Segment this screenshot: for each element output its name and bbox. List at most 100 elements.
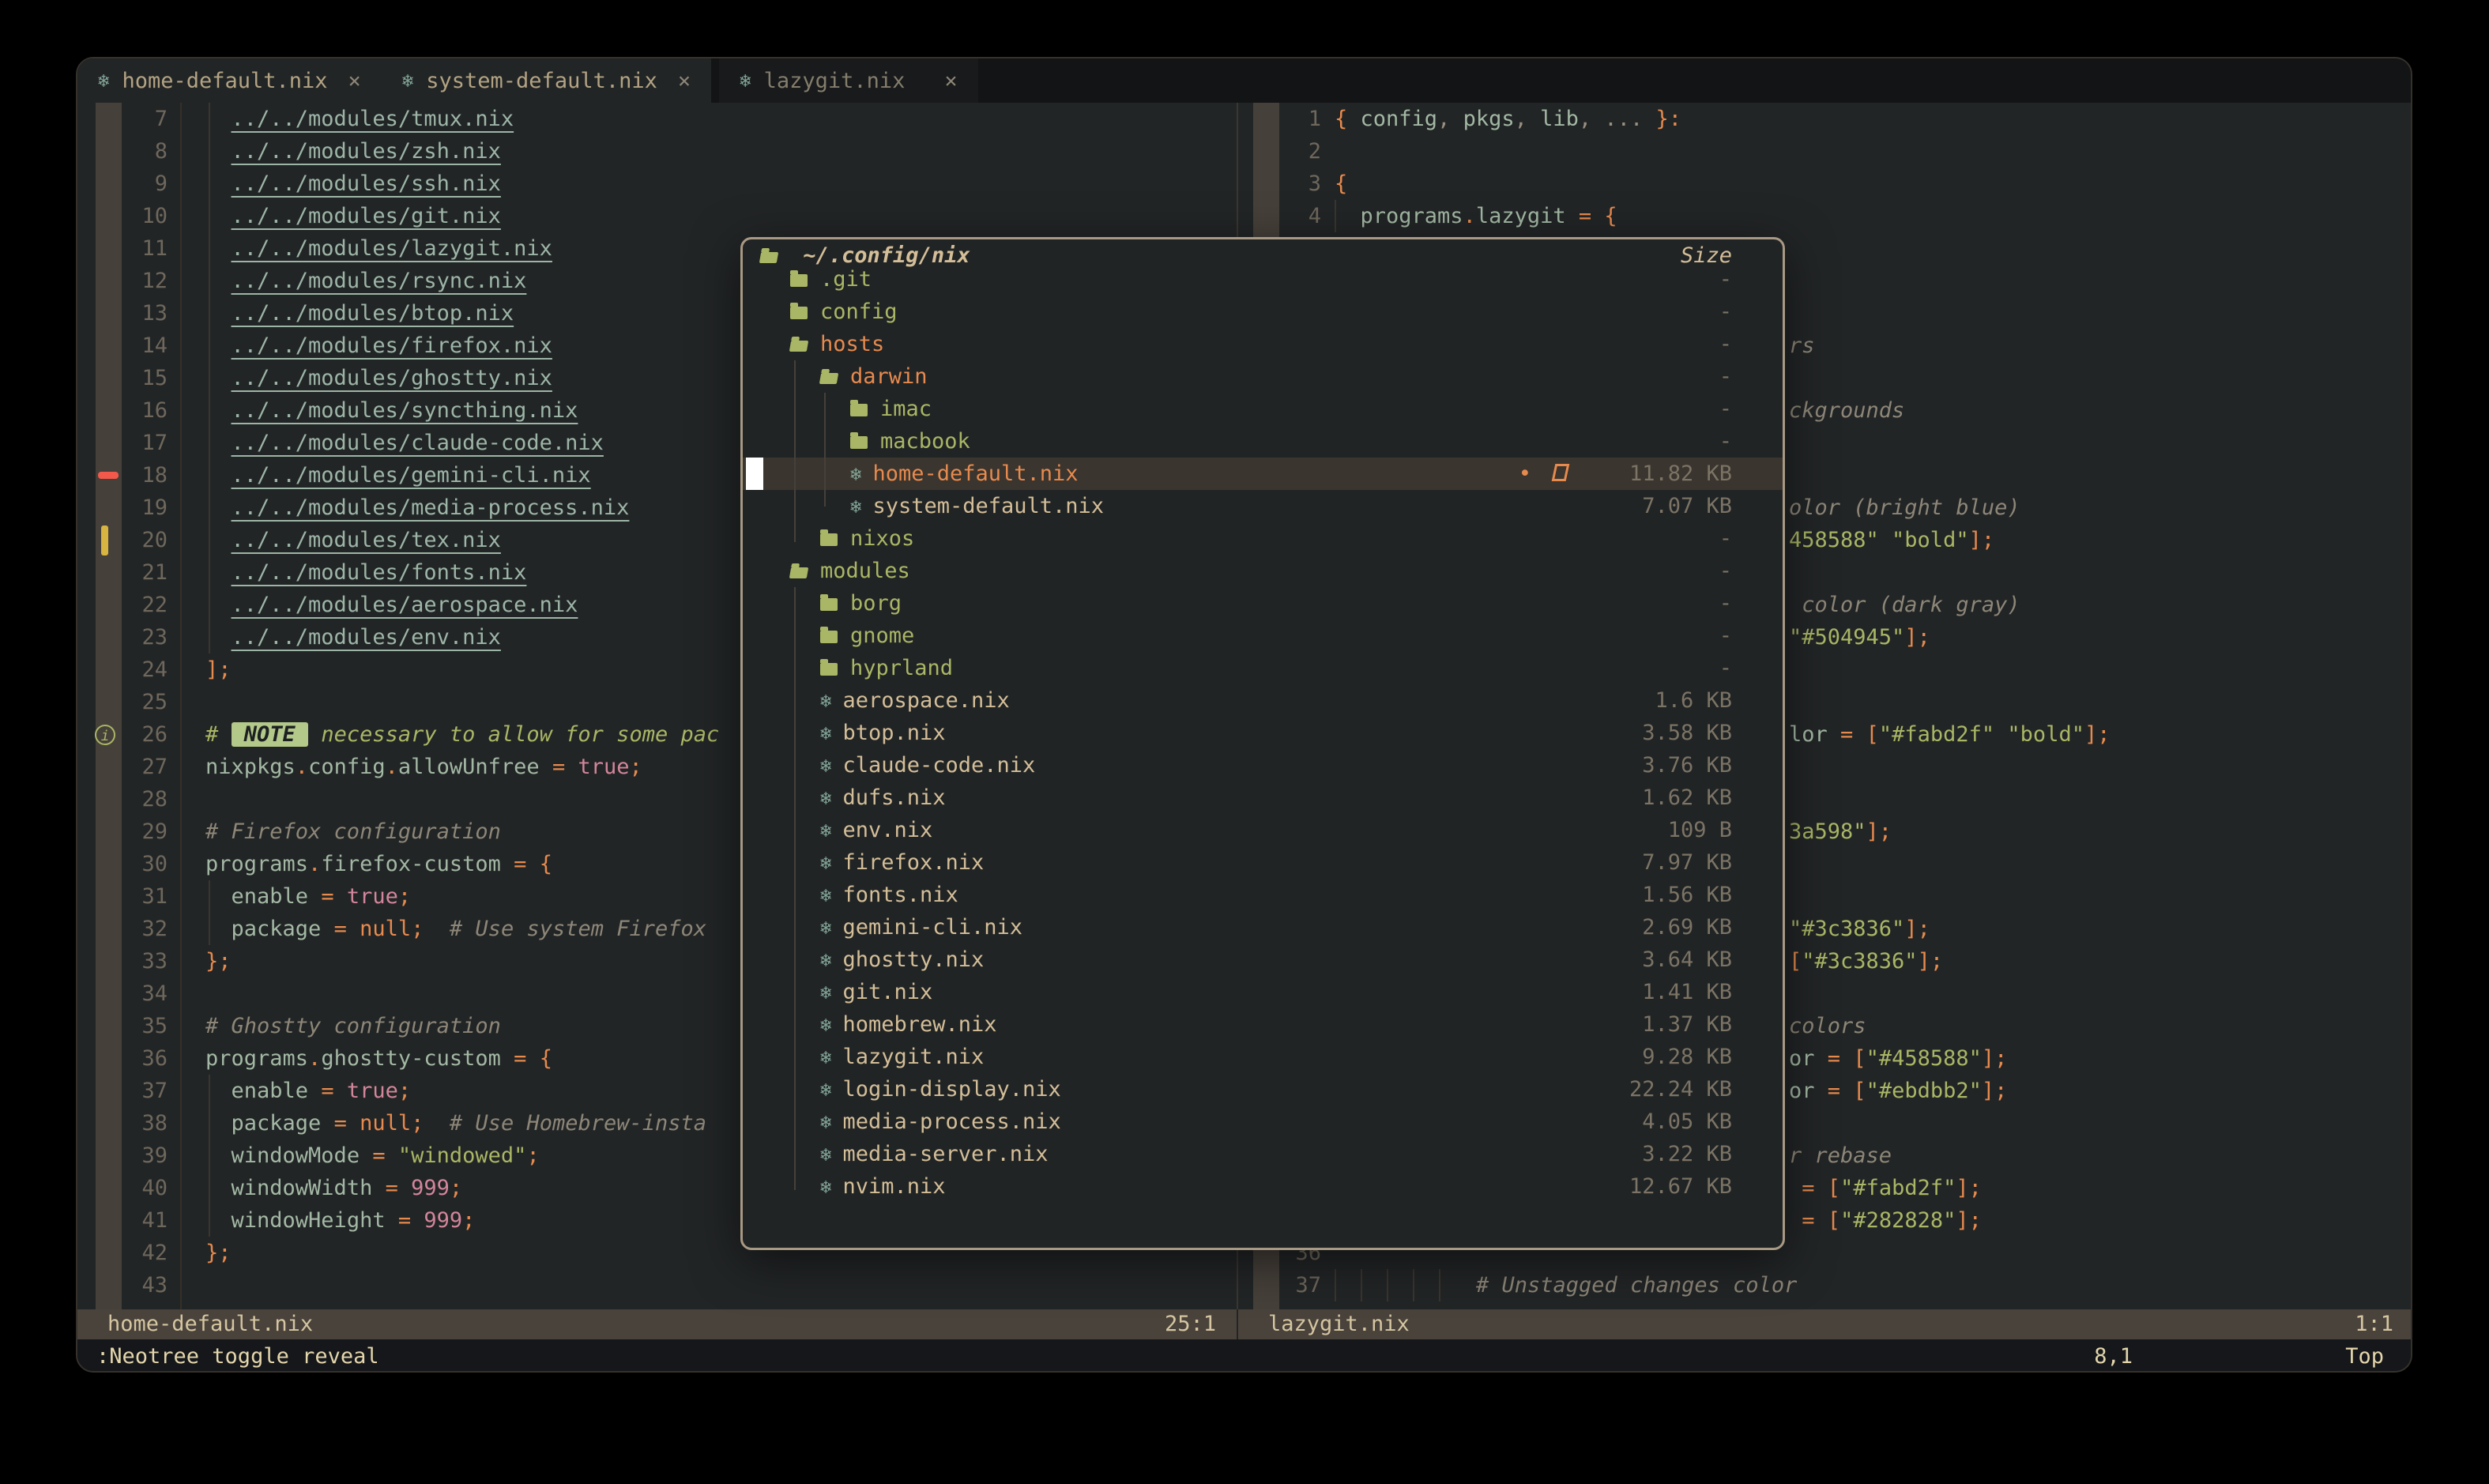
tree-row[interactable]: .git- <box>743 263 1783 296</box>
token-u: ../../modules/syncthing.nix <box>232 398 578 423</box>
tree-row[interactable]: gnome- <box>743 620 1783 652</box>
token-w <box>386 1208 398 1233</box>
tree-row[interactable]: ❄btop.nix3.58 KB <box>743 717 1783 749</box>
tree-row[interactable]: ❄system-default.nix7.07 KB <box>743 490 1783 522</box>
tree-item-label: btop.nix <box>842 721 945 745</box>
token-p: { <box>540 1046 552 1071</box>
tree-row[interactable]: ❄fonts.nix1.56 KB <box>743 879 1783 911</box>
file-size: 1.6 KB <box>1655 684 1732 717</box>
code-line[interactable]: 37# Unstagged changes color <box>1238 1269 2412 1301</box>
code-line[interactable]: 9 ../../modules/ssh.nix <box>77 168 1237 200</box>
token-w <box>205 269 232 293</box>
line-number: 36 <box>109 1042 168 1075</box>
code-line[interactable]: 10 ../../modules/git.nix <box>77 200 1237 232</box>
token-w <box>1815 1176 1828 1200</box>
gutter-sign-info-icon: i <box>95 725 115 745</box>
nix-file-icon: ❄ <box>820 819 831 842</box>
file-size: - <box>1719 587 1732 620</box>
code-text: programs.firefox-custom = { <box>205 848 552 880</box>
tree-row[interactable]: imac- <box>743 393 1783 425</box>
tree-row[interactable]: hyprland- <box>743 652 1783 684</box>
tab-lazygit.nix[interactable]: ❄lazygit.nix× <box>719 58 978 103</box>
token-w <box>1591 204 1604 228</box>
tree-row[interactable]: ❄aerospace.nix1.6 KB <box>743 684 1783 717</box>
close-icon[interactable]: × <box>348 69 361 93</box>
token-u: ../../modules/git.nix <box>232 204 501 228</box>
code-text: ../../modules/media-process.nix <box>205 492 629 524</box>
tree-row[interactable]: ❄homebrew.nix1.37 KB <box>743 1008 1783 1041</box>
token-w <box>205 560 232 585</box>
token-w <box>501 1046 514 1071</box>
statusline-right: lazygit.nix 1:1 <box>1238 1309 2412 1339</box>
nix-file-icon: ❄ <box>820 1079 831 1101</box>
code-line[interactable]: 43 <box>77 1269 1237 1301</box>
tree-row[interactable]: ❄env.nix109 B <box>743 814 1783 846</box>
token-p: [ <box>1789 949 1802 974</box>
token-i: config <box>1361 107 1438 131</box>
token-w <box>1840 1046 1853 1071</box>
tree-row[interactable]: borg- <box>743 587 1783 620</box>
tree-row[interactable]: ❄gemini-cli.nix2.69 KB <box>743 911 1783 944</box>
command-line[interactable]: :Neotree toggle reveal 8,1 Top <box>77 1339 2411 1373</box>
tree-row[interactable]: ❄media-process.nix4.05 KB <box>743 1105 1783 1138</box>
file-size: - <box>1719 522 1732 555</box>
nix-file-icon: ❄ <box>820 787 831 809</box>
tree-row[interactable]: macbook- <box>743 425 1783 458</box>
token-w: , <box>1515 107 1541 131</box>
nix-file-icon: ❄ <box>820 949 831 971</box>
token-w <box>334 1079 347 1103</box>
code-line[interactable]: 4 programs.lazygit = { <box>1238 200 2412 232</box>
tree-row[interactable]: ❄firefox.nix7.97 KB <box>743 846 1783 879</box>
token-p: ]; <box>1982 1046 2008 1071</box>
token-w <box>205 366 232 390</box>
git-unstaged-dot-icon: • <box>1519 458 1531 490</box>
close-icon[interactable]: × <box>944 69 957 93</box>
code-line[interactable]: 8 ../../modules/zsh.nix <box>77 135 1237 168</box>
tree-row[interactable]: ❄claude-code.nix3.76 KB <box>743 749 1783 782</box>
code-text: ../../modules/lazygit.nix <box>205 232 552 265</box>
neovim-window: ❄home-default.nix×❄system-default.nix×❄l… <box>76 57 2412 1373</box>
tree-row[interactable]: ❄lazygit.nix9.28 KB <box>743 1041 1783 1073</box>
tree-row[interactable]: hosts- <box>743 328 1783 360</box>
tree-item-label: modules <box>820 559 910 583</box>
file-size: 1.56 KB <box>1642 879 1732 911</box>
cursor-position: 8,1 <box>2094 1339 2133 1373</box>
nix-file-icon: ❄ <box>820 1046 831 1068</box>
tree-item-label: media-process.nix <box>842 1109 1060 1134</box>
line-number: 43 <box>109 1269 168 1301</box>
code-line[interactable]: 2 <box>1238 135 2412 168</box>
tree-row[interactable]: darwin- <box>743 360 1783 393</box>
code-line[interactable]: 7 ../../modules/tmux.nix <box>77 103 1237 135</box>
tree-row[interactable]: nixos- <box>743 522 1783 555</box>
tab-system-default.nix[interactable]: ❄system-default.nix× <box>382 58 711 103</box>
tree-row[interactable]: ❄ghostty.nix3.64 KB <box>743 944 1783 976</box>
token-c: color (dark gray) <box>1789 593 2020 617</box>
token-w <box>205 1208 232 1233</box>
tree-item-label: dufs.nix <box>842 785 945 810</box>
file-size: 2.69 KB <box>1642 911 1732 944</box>
line-number: 23 <box>109 621 168 653</box>
token-p: [ <box>1828 1176 1840 1200</box>
code-line[interactable]: 3{ <box>1238 168 2412 200</box>
tree-row[interactable]: ❄media-server.nix3.22 KB <box>743 1138 1783 1170</box>
file-size: - <box>1719 620 1732 652</box>
token-w <box>501 852 514 876</box>
tree-row[interactable]: config- <box>743 296 1783 328</box>
folder-icon <box>850 436 868 449</box>
token-i: allowUnfree <box>398 755 540 779</box>
tree-row[interactable]: ❄dufs.nix1.62 KB <box>743 782 1783 814</box>
tree-row[interactable]: modules- <box>743 555 1783 587</box>
tree-row[interactable]: ❄home-default.nix•11.82 KB <box>743 458 1783 490</box>
token-p: ; <box>462 1208 475 1233</box>
tree-row[interactable]: ❄nvim.nix12.67 KB <box>743 1170 1783 1203</box>
tree-item-label: nvim.nix <box>842 1174 945 1199</box>
line-number: 33 <box>109 945 168 977</box>
tree-row[interactable]: ❄git.nix1.41 KB <box>743 976 1783 1008</box>
token-w <box>347 917 360 941</box>
close-icon[interactable]: × <box>678 69 691 93</box>
code-text: ["#3c3836"]; <box>1789 945 1943 977</box>
tab-home-default.nix[interactable]: ❄home-default.nix× <box>77 58 382 103</box>
tree-row[interactable]: ❄login-display.nix22.24 KB <box>743 1073 1783 1105</box>
code-line[interactable]: 1{ config, pkgs, lib, ... }: <box>1238 103 2412 135</box>
code-text: enable = true; <box>205 880 411 913</box>
